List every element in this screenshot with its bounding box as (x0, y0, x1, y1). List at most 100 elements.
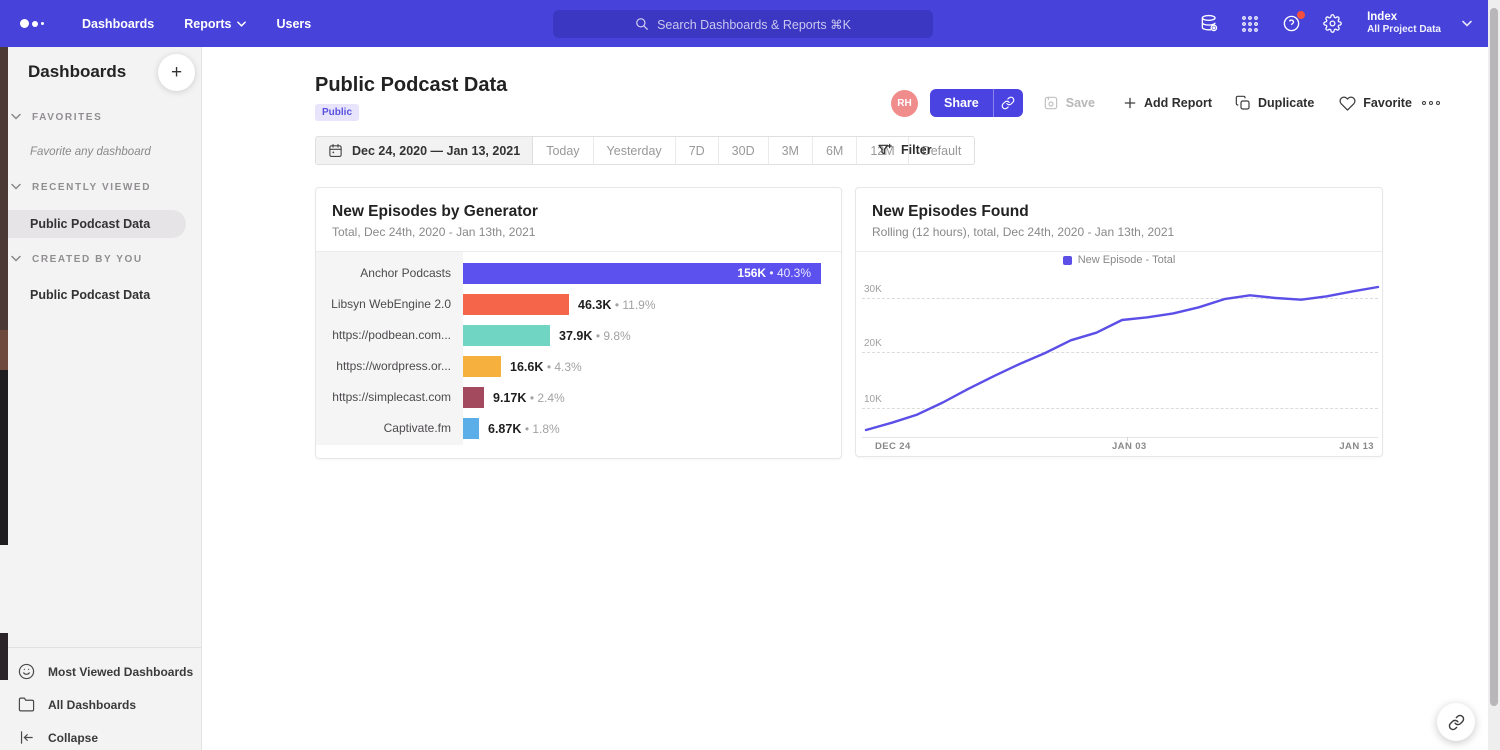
preset-6m[interactable]: 6M (813, 137, 857, 164)
legend-swatch (1063, 256, 1072, 265)
add-dashboard-button[interactable]: + (158, 54, 195, 91)
heart-icon (1339, 95, 1356, 112)
bar-category-label: Captivate.fm (316, 413, 451, 444)
chevron-down-icon[interactable] (11, 255, 21, 262)
sidebar-item-public-podcast-data[interactable]: Public Podcast Data (30, 217, 150, 231)
bar-category-label: https://wordpress.or... (316, 351, 451, 382)
chart-title: New Episodes by Generator (332, 203, 538, 221)
bar-value-label: 37.9K • 9.8% (559, 329, 631, 343)
share-button[interactable]: Share (930, 89, 993, 117)
bar-row: Anchor Podcasts 156K • 40.3% (316, 258, 841, 289)
project-name: Index (1367, 10, 1441, 24)
chart-title: New Episodes Found (872, 203, 1029, 221)
nav-item-users[interactable]: Users (276, 17, 311, 31)
chevron-down-icon[interactable] (11, 183, 21, 190)
sidebar-item-public-podcast-data[interactable]: Public Podcast Data (30, 288, 150, 302)
bar-category-label: https://simplecast.com (316, 382, 451, 413)
page-scrollbar-track[interactable] (1488, 0, 1500, 750)
share-button-group: Share (930, 89, 1023, 117)
plus-icon (1123, 96, 1137, 110)
date-range-picker[interactable]: Dec 24, 2020 — Jan 13, 2021 (316, 137, 533, 164)
settings-gear-icon[interactable] (1322, 14, 1342, 34)
nav-item-reports[interactable]: Reports (184, 17, 246, 31)
collapse-left-icon (18, 729, 35, 746)
preset-today[interactable]: Today (533, 137, 593, 164)
bar-segment[interactable] (463, 294, 569, 315)
footer-item-label: All Dashboards (48, 698, 136, 712)
search-input[interactable]: Search Dashboards & Reports ⌘K (553, 10, 933, 38)
page-scrollbar-thumb[interactable] (1490, 8, 1498, 706)
nav-item-dashboards[interactable]: Dashboards (82, 17, 154, 31)
filter-button[interactable]: Filter (877, 142, 932, 158)
smile-icon (18, 663, 35, 680)
x-axis-tick: DEC 24 (875, 441, 911, 452)
bar-value-label: 156K • 40.3% (737, 263, 811, 284)
line-chart-card: New Episodes Found Rolling (12 hours), t… (855, 187, 1383, 457)
bar-segment[interactable] (463, 418, 479, 439)
project-selector[interactable]: Index All Project Data (1367, 10, 1441, 37)
folder-icon (18, 696, 35, 713)
help-icon[interactable] (1281, 14, 1301, 34)
floating-link-button[interactable] (1437, 703, 1475, 741)
chart-subtitle: Total, Dec 24th, 2020 - Jan 13th, 2021 (332, 225, 535, 239)
duplicate-button[interactable]: Duplicate (1235, 95, 1314, 111)
app-logo-icon[interactable] (20, 19, 44, 28)
top-navbar: Dashboards Reports Users Search Dashboar… (0, 0, 1488, 47)
apps-grid-icon[interactable] (1240, 14, 1260, 34)
line-series[interactable] (866, 287, 1378, 430)
bar-chart-card: New Episodes by Generator Total, Dec 24t… (315, 187, 842, 459)
x-axis-tick: JAN 03 (1112, 441, 1147, 452)
preset-yesterday[interactable]: Yesterday (594, 137, 676, 164)
footer-item-label: Collapse (48, 731, 98, 745)
legend-label: New Episode - Total (1078, 254, 1176, 266)
app-window: Dashboards Reports Users Search Dashboar… (0, 0, 1500, 750)
link-icon (1448, 714, 1465, 731)
add-report-button[interactable]: Add Report (1123, 96, 1212, 110)
public-badge: Public (315, 104, 359, 121)
preset-3m[interactable]: 3M (769, 137, 813, 164)
preset-7d[interactable]: 7D (676, 137, 719, 164)
more-options-button[interactable] (1422, 101, 1440, 105)
link-icon (1001, 96, 1015, 110)
duplicate-icon (1235, 95, 1251, 111)
all-dashboards-button[interactable]: All Dashboards (0, 688, 201, 721)
bar-value-label: 6.87K • 1.8% (488, 422, 560, 436)
date-range-label: Dec 24, 2020 — Jan 13, 2021 (352, 144, 520, 158)
sidebar-section-favorites[interactable]: FAVORITES (32, 112, 102, 123)
bar-category-label: Libsyn WebEngine 2.0 (316, 289, 451, 320)
bar-segment[interactable] (463, 325, 550, 346)
favorite-button[interactable]: Favorite (1339, 95, 1412, 112)
bar-segment[interactable] (463, 387, 484, 408)
chart-subtitle: Rolling (12 hours), total, Dec 24th, 202… (872, 225, 1174, 239)
chevron-down-icon[interactable] (11, 113, 21, 120)
bar-row: https://podbean.com... 37.9K • 9.8% (316, 320, 841, 351)
page-title: Public Podcast Data (315, 74, 507, 97)
share-link-button[interactable] (993, 89, 1023, 117)
bar-segment[interactable] (463, 356, 501, 377)
bar-value-label: 46.3K • 11.9% (578, 298, 656, 312)
bar-value-label: 16.6K • 4.3% (510, 360, 582, 374)
most-viewed-dashboards-button[interactable]: Most Viewed Dashboards (0, 655, 201, 688)
bar-category-label: https://podbean.com... (316, 320, 451, 351)
preset-30d[interactable]: 30D (719, 137, 769, 164)
collapse-sidebar-button[interactable]: Collapse (0, 721, 201, 750)
save-button[interactable]: Save (1043, 95, 1095, 111)
sidebar-section-created-by-you[interactable]: CREATED BY YOU (32, 254, 143, 265)
chevron-down-icon[interactable] (1462, 20, 1472, 27)
favorites-empty-text: Favorite any dashboard (30, 146, 151, 158)
sidebar-title: Dashboards (28, 62, 126, 82)
sidebar-section-recently-viewed[interactable]: RECENTLY VIEWED (32, 182, 151, 193)
background-window-strip (0, 47, 8, 330)
x-axis-tick: JAN 13 (1339, 441, 1374, 452)
dashboard-actions: RH Share Save Add Report Duplicate Favor… (891, 89, 1440, 117)
data-sources-icon[interactable] (1199, 14, 1219, 34)
avatar[interactable]: RH (891, 90, 918, 117)
bar-segment[interactable]: 156K • 40.3% (463, 263, 821, 284)
bar-category-label: Anchor Podcasts (316, 258, 451, 289)
bar-row: Libsyn WebEngine 2.0 46.3K • 11.9% (316, 289, 841, 320)
bar-row: https://wordpress.or... 16.6K • 4.3% (316, 351, 841, 382)
chart-legend[interactable]: New Episode - Total (856, 254, 1382, 266)
search-icon (635, 17, 649, 31)
save-icon (1043, 95, 1059, 111)
dashboards-sidebar: Dashboards + FAVORITES Favorite any dash… (0, 47, 202, 750)
